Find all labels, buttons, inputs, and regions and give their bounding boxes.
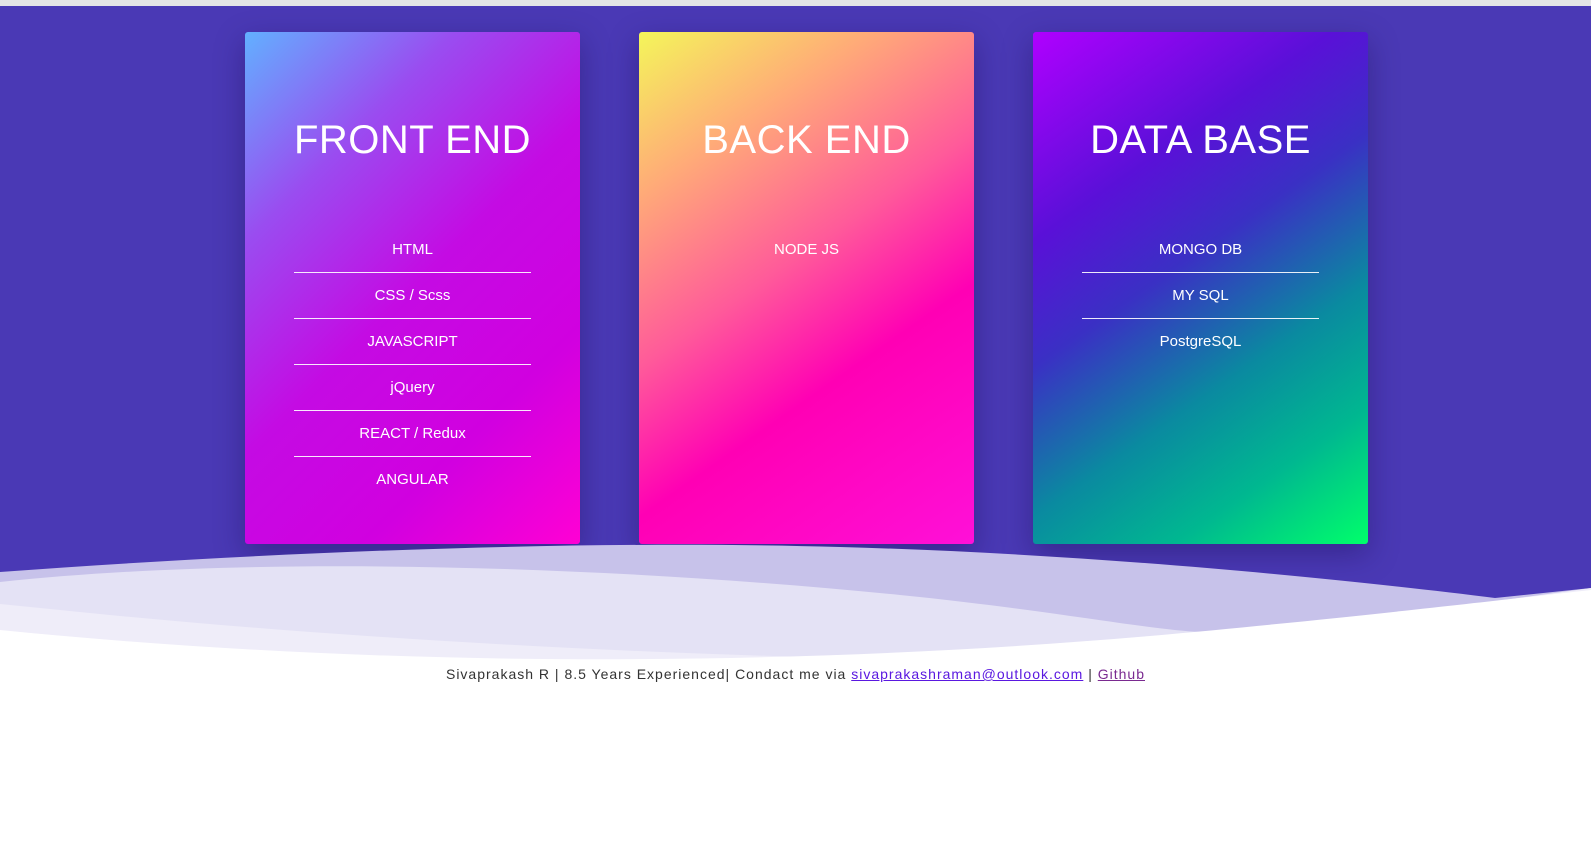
skill-item: HTML bbox=[294, 227, 531, 273]
footer-separator: | bbox=[1083, 666, 1098, 682]
skill-list: MONGO DB MY SQL PostgreSQL bbox=[1082, 227, 1319, 364]
skill-list: HTML CSS / Scss JAVASCRIPT jQuery REACT … bbox=[294, 227, 531, 502]
footer-text: Sivaprakash R | 8.5 Years Experienced| C… bbox=[445, 666, 852, 682]
card-title: BACK END bbox=[702, 118, 911, 162]
email-link[interactable]: sivaprakashraman@outlook.com bbox=[851, 666, 1083, 682]
skill-item: CSS / Scss bbox=[294, 273, 531, 319]
skill-item: PostgreSQL bbox=[1159, 333, 1242, 350]
database-card: DATA BASE MONGO DB MY SQL PostgreSQL bbox=[1033, 32, 1368, 544]
skill-item: ANGULAR bbox=[376, 471, 449, 488]
skill-item: MONGO DB bbox=[1082, 227, 1319, 273]
skill-item: MY SQL bbox=[1082, 273, 1319, 319]
back-end-card: BACK END NODE JS bbox=[639, 32, 974, 544]
card-title: FRONT END bbox=[293, 118, 532, 162]
github-link[interactable]: Github bbox=[1098, 666, 1145, 682]
skill-item: NODE JS bbox=[773, 241, 839, 258]
skill-item: jQuery bbox=[294, 365, 531, 411]
skill-item: REACT / Redux bbox=[294, 411, 531, 457]
wave-divider bbox=[0, 544, 1591, 680]
front-end-card: FRONT END HTML CSS / Scss JAVASCRIPT jQu… bbox=[245, 32, 580, 544]
skill-list: NODE JS bbox=[688, 227, 925, 272]
footer: Sivaprakash R | 8.5 Years Experienced| C… bbox=[0, 666, 1591, 682]
card-title: DATA BASE bbox=[1090, 118, 1311, 162]
skill-item: JAVASCRIPT bbox=[294, 319, 531, 365]
skills-section: FRONT END HTML CSS / Scss JAVASCRIPT jQu… bbox=[0, 6, 1591, 626]
